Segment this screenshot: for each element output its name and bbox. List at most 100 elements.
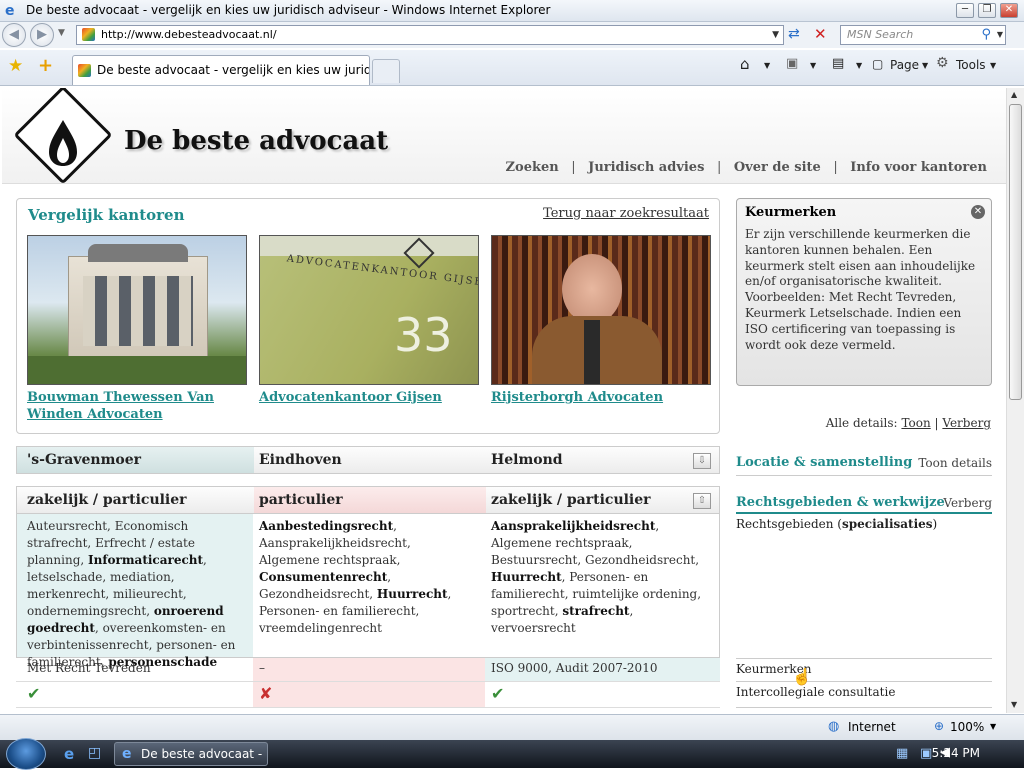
search-input[interactable]: MSN Search ⚲ ▼ [840,25,1006,45]
photo-sign-number: 33 [394,308,453,362]
print-icon[interactable]: ▤ [832,56,844,71]
search-icon[interactable]: ⚲ [981,26,991,44]
feeds-dropdown-icon[interactable]: ▼ [810,61,816,70]
page-icon: ▢ [872,57,884,71]
scroll-down-icon[interactable]: ▼ [1011,700,1017,709]
nav-juridisch-advies[interactable]: Juridisch advies [588,160,704,175]
firm-photo-3[interactable] [491,235,711,385]
firm-name-link-1[interactable]: Bouwman Thewessen Van Winden Advocaten [27,389,251,423]
section-locatie-toggle[interactable]: Toon details [918,456,992,470]
tray-network-icon[interactable]: ▦ [896,746,908,761]
taskbar-item-ie[interactable]: e De beste advocaat - ... [114,742,268,766]
start-button[interactable] [6,738,46,770]
location-row: 's-Gravenmoer Eindhoven Helmond ⇩ [16,446,720,474]
firm-photo-1[interactable] [27,235,247,385]
consultatie-cell-2-bg [253,682,485,707]
firm-photo-2[interactable]: ADVOCATENKANTOOR GIJSEN 33 [259,235,479,385]
consultatie-row: ✔ ✘ ✔ [16,682,720,708]
tools-dropdown-icon[interactable]: ▼ [990,61,996,70]
status-bar: ◍ Internet ⊕ 100% ▼ [0,714,1024,740]
maximize-button[interactable]: ❐ [978,3,996,18]
search-dropdown-icon[interactable]: ▼ [997,26,1003,44]
main-navigation: Zoeken | Juridisch advies | Over de site… [502,160,991,175]
client-type-row: zakelijk / particulier particulier zakel… [16,486,720,514]
close-window-button[interactable]: ✕ [1000,3,1018,18]
area-segment: Huurrecht [376,587,448,601]
firm-city-3: Helmond [491,452,563,468]
close-info-icon[interactable]: ✕ [971,205,985,219]
address-bar[interactable]: http://www.debesteadvocaat.nl/ ▼ [76,25,784,45]
address-dropdown-icon[interactable]: ▼ [772,26,779,44]
hide-all-details-link[interactable]: Verberg [942,416,991,430]
compare-panel: Vergelijk kantoren Terug naar zoekresult… [16,198,720,434]
tools-menu-button[interactable]: Tools [956,58,986,72]
area-segment: strafrecht [562,604,630,618]
back-to-results-link[interactable]: Terug naar zoekresultaat [543,206,709,221]
refresh-icon[interactable]: ⇄ [788,26,800,42]
firm-name-link-3[interactable]: Rijsterborgh Advocaten [491,389,715,406]
zoom-dropdown-icon[interactable]: ▼ [990,722,996,731]
feeds-icon[interactable]: ▣ [786,56,798,71]
page-menu-button[interactable]: Page [890,58,919,72]
print-dropdown-icon[interactable]: ▼ [856,61,862,70]
nav-over-de-site[interactable]: Over de site [734,160,821,175]
nav-separator: | [716,160,722,175]
quicklaunch-ie-icon[interactable]: e [64,745,74,763]
window-title: De beste advocaat - vergelijk en kies uw… [26,3,551,17]
tab-active[interactable]: De beste advocaat - vergelijk en kies uw… [72,55,370,85]
quicklaunch-desktop-icon[interactable]: ◰ [88,745,101,761]
photo-sign-text: ADVOCATENKANTOOR GIJSEN [286,253,479,290]
areas-list-2: Aanbestedingsrecht, Aansprakelijkheidsre… [259,518,471,637]
zoom-level[interactable]: 100% [950,720,984,734]
keurmerk-cell-2-bg [253,658,485,681]
cross-icon: ✘ [259,684,273,703]
firm-name-link-2[interactable]: Advocatenkantoor Gijsen [259,389,483,406]
firm-type-1: zakelijk / particulier [27,492,187,508]
taskbar-ie-icon: e [122,746,132,762]
firm-city-2: Eindhoven [259,452,342,468]
expand-down-icon[interactable]: ⇩ [693,453,711,469]
vertical-scrollbar[interactable]: ▲ ▼ [1006,88,1024,713]
stop-icon[interactable]: ✕ [814,25,827,43]
new-tab-button[interactable] [372,59,400,83]
firm-type-2: particulier [259,492,343,508]
section-locatie: Locatie & samenstelling Toon details [736,452,992,476]
areas-list-3: Aansprakelijkheidsrecht, Algemene rechts… [491,518,713,637]
keurmerk-row: Met Recht Tevreden – ISO 9000, Audit 200… [16,658,720,682]
home-icon[interactable]: ⌂ [740,55,750,73]
areas-list-1: Auteursrecht, Economisch strafrecht, Erf… [27,518,249,671]
section-rechtsgebieden-title[interactable]: Rechtsgebieden & werkwijze [736,495,945,510]
scrollbar-thumb[interactable] [1009,104,1022,400]
back-button[interactable]: ◀ [2,23,26,47]
section-rechtsgebieden-toggle[interactable]: Verberg [943,496,992,510]
home-dropdown-icon[interactable]: ▼ [764,61,770,70]
tray-monitor-icon[interactable]: ▣ [920,746,932,761]
area-segment: Auteursrecht, [27,519,115,533]
show-all-details-link[interactable]: Toon [901,416,930,430]
add-favorite-icon[interactable]: + [38,55,53,76]
spec-label-suffix: ) [932,517,938,531]
window-titlebar: e De beste advocaat - vergelijk en kies … [0,0,1024,22]
collapse-up-icon[interactable]: ⇧ [693,493,711,509]
tab-bar: ★ + De beste advocaat - vergelijk en kie… [0,50,1024,86]
history-dropdown-icon[interactable]: ▼ [58,28,65,38]
nav-info-voor-kantoren[interactable]: Info voor kantoren [850,160,987,175]
site-favicon-icon [82,28,95,41]
spec-label: Rechtsgebieden (specialisaties) [736,517,992,531]
area-segment: Huurrecht [491,570,562,584]
navigation-bar: ◀ ▶ ▼ http://www.debesteadvocaat.nl/ ▼ ⇄… [0,22,1024,48]
area-segment: Consumentenrecht [259,570,388,584]
minimize-button[interactable]: ─ [956,3,974,18]
forward-button[interactable]: ▶ [30,23,54,47]
favorites-star-icon[interactable]: ★ [8,56,23,76]
row-label-consultatie: Intercollegiale consultatie [736,682,992,708]
area-segment: Aanbestedingsrecht [259,519,394,533]
site-name[interactable]: De beste advocaat [124,126,388,156]
clock[interactable]: 5:24 PM [932,746,980,760]
scroll-up-icon[interactable]: ▲ [1011,90,1017,99]
nav-separator: | [833,160,838,175]
page-dropdown-icon[interactable]: ▼ [922,61,928,70]
nav-zoeken[interactable]: Zoeken [506,160,559,175]
section-locatie-title[interactable]: Locatie & samenstelling [736,455,912,470]
security-zone: Internet [848,720,896,734]
